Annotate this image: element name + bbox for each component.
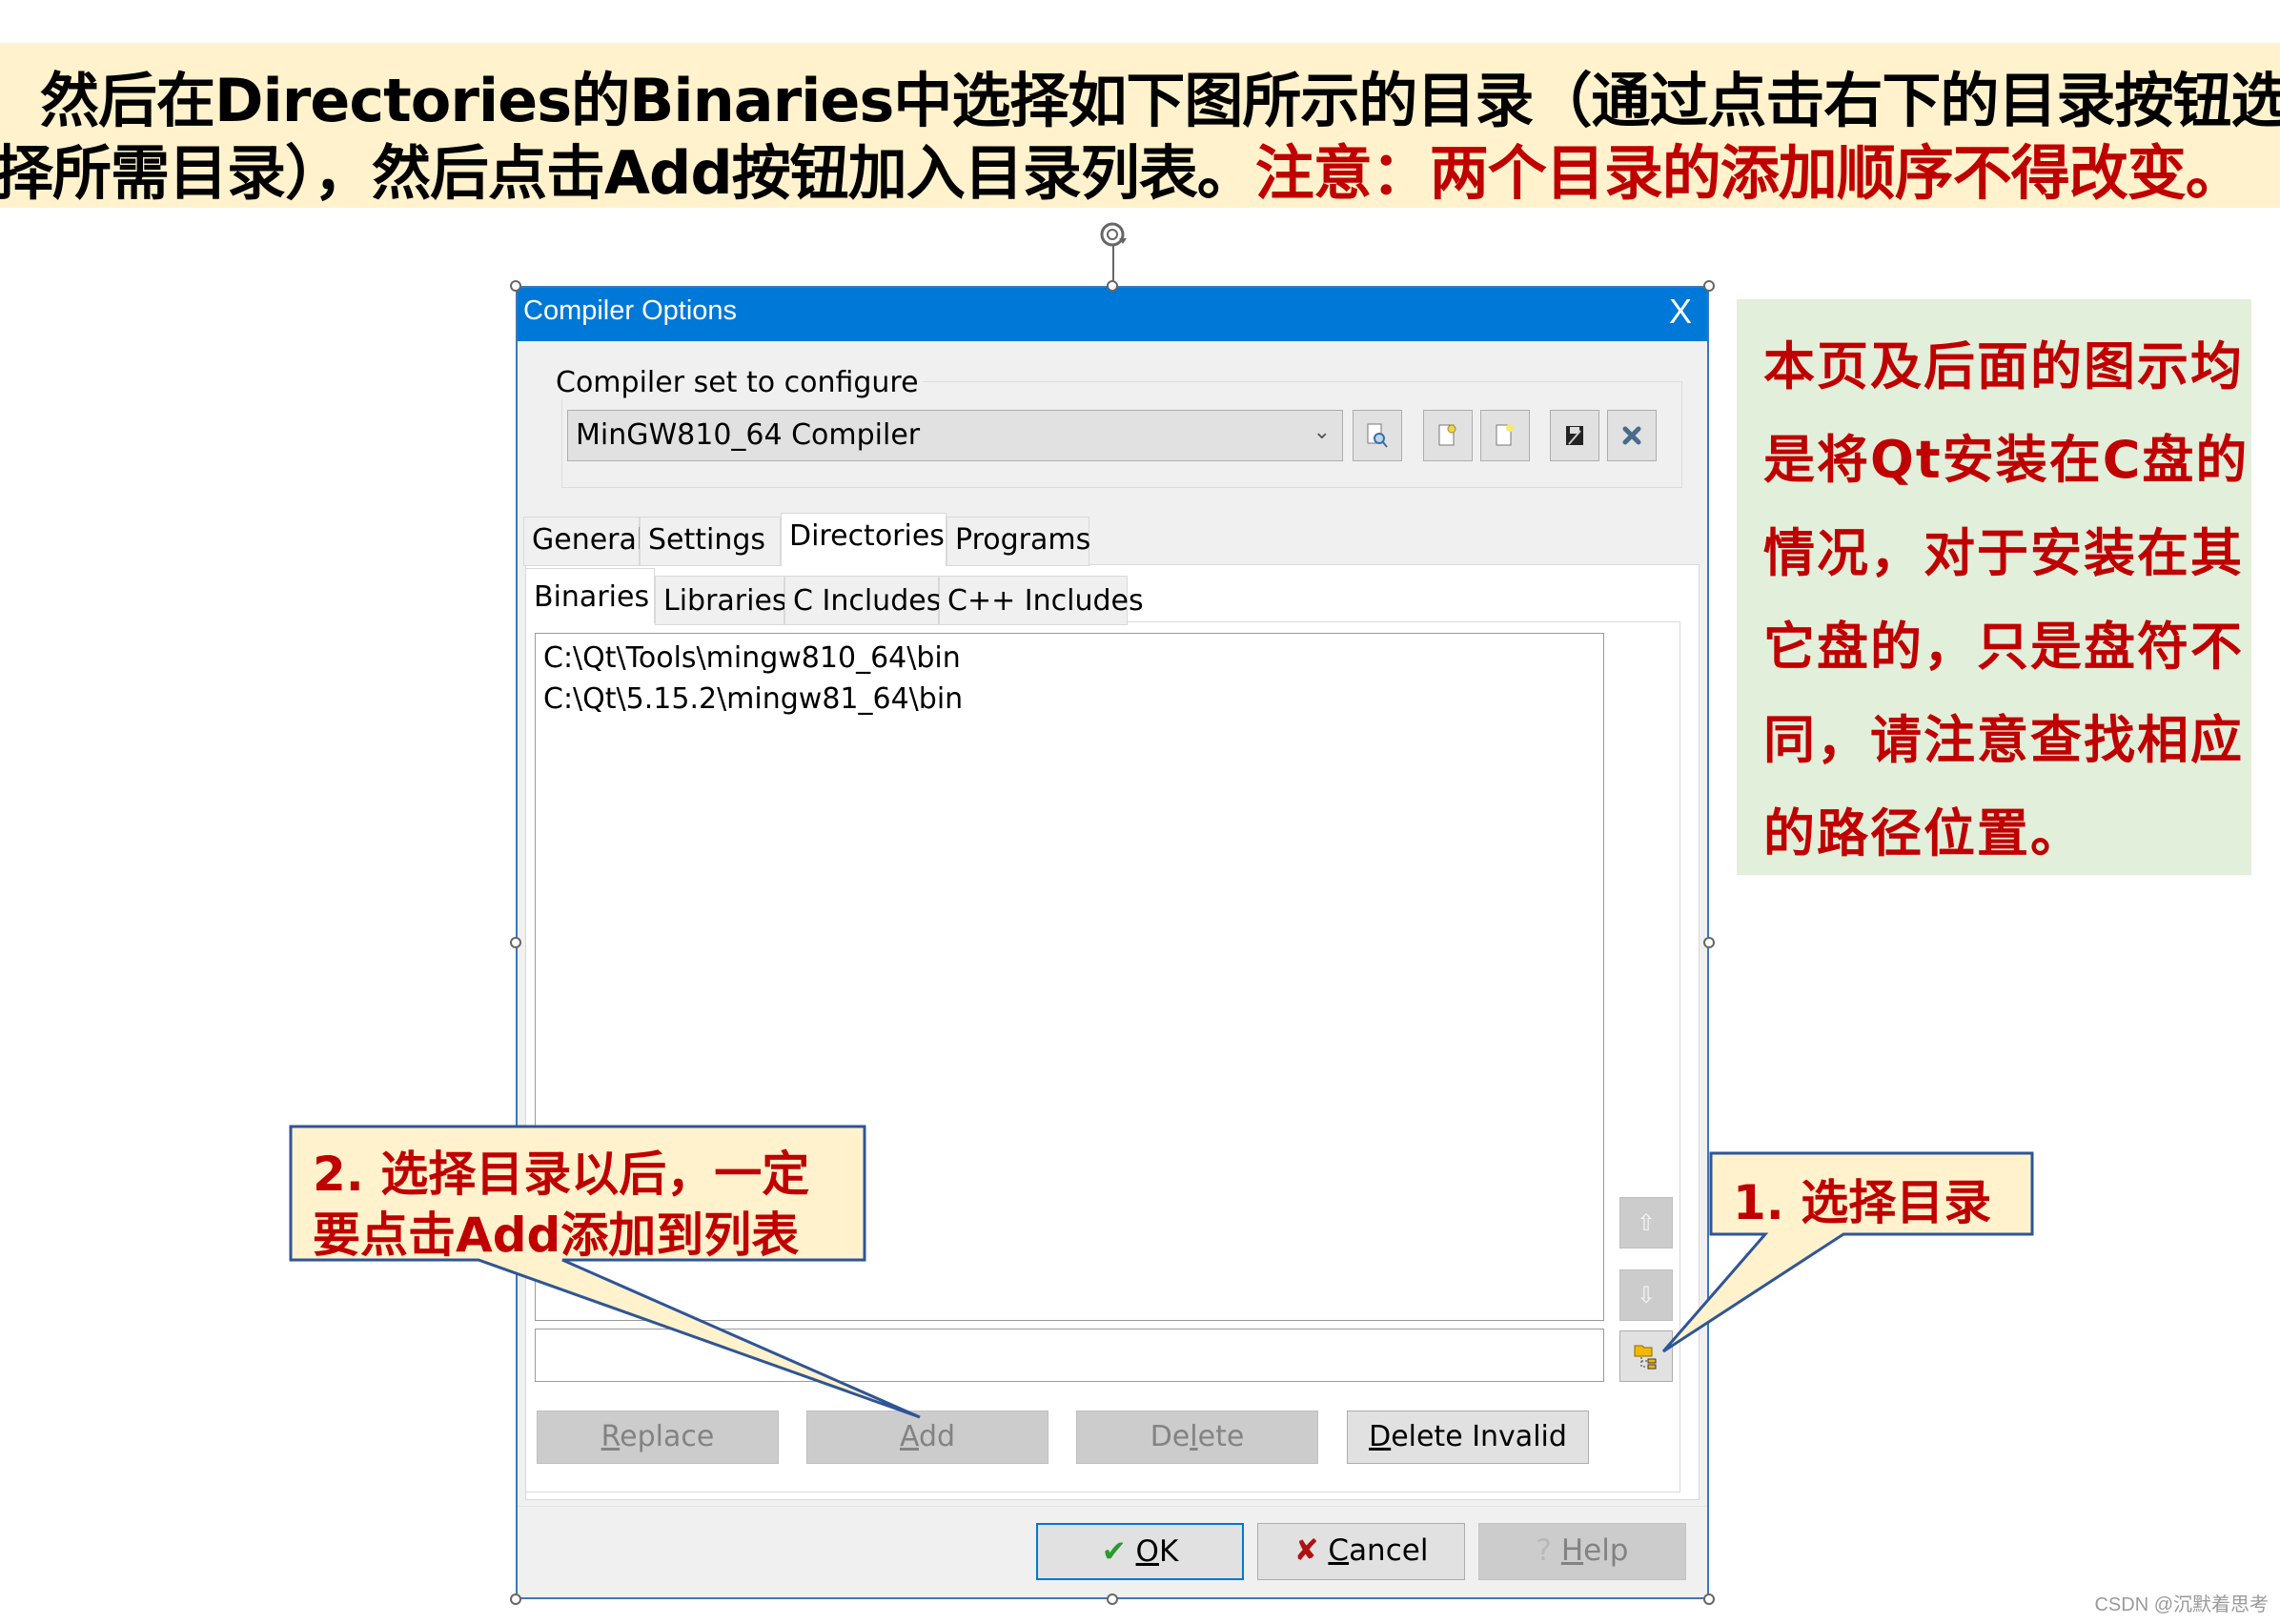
- tab-directories[interactable]: Directories: [781, 513, 947, 566]
- browse-directory-button[interactable]: [1619, 1330, 1673, 1382]
- watermark: CSDN @沉默着思考: [2094, 1594, 2269, 1615]
- list-item[interactable]: C:\Qt\Tools\mingw810_64\bin: [543, 641, 961, 675]
- resize-handle-bottom[interactable]: [1107, 1594, 1118, 1605]
- move-down-button[interactable]: ⇩: [1619, 1269, 1673, 1321]
- cancel-button[interactable]: ✘ Cancel: [1257, 1523, 1465, 1580]
- delete-compiler-icon: [1622, 426, 1641, 445]
- tab-programs[interactable]: Programs: [947, 517, 1090, 566]
- x-icon: ✘: [1293, 1533, 1319, 1568]
- callout-step2-line2: 要点击Add添加到列表: [313, 1208, 800, 1263]
- note-line: 的路径位置。: [1763, 803, 2084, 863]
- delete-button[interactable]: Delete: [1076, 1411, 1318, 1464]
- note-line: 它盘的，只是盘符不: [1763, 617, 2244, 677]
- note-line: 情况，对于安装在其: [1763, 523, 2244, 583]
- subtab-c-includes[interactable]: C Includes: [784, 576, 941, 625]
- compiler-options-dialog: Compiler Options X Compiler set to confi…: [516, 286, 1709, 1599]
- callout-step1-text: 1. 选择目录: [1733, 1175, 1992, 1230]
- add-compiler-button[interactable]: [1423, 410, 1473, 461]
- resize-handle-right[interactable]: [1703, 937, 1715, 948]
- dialog-title: Compiler Options: [523, 295, 738, 326]
- dialog-titlebar[interactable]: Compiler Options X: [516, 286, 1709, 341]
- save-icon: [1566, 426, 1583, 445]
- instruction-banner: 然后在Directories的Binaries中选择如下图所示的目录（通过点击右…: [0, 43, 2280, 208]
- note-line: 同，请注意查找相应: [1763, 710, 2244, 770]
- tab-general[interactable]: General: [523, 517, 644, 566]
- delete-compiler-button[interactable]: [1607, 410, 1657, 461]
- chevron-down-icon: ⌄: [1313, 420, 1331, 444]
- help-icon: ?: [1536, 1533, 1552, 1568]
- directory-input[interactable]: [535, 1329, 1604, 1382]
- check-icon: ✔: [1101, 1534, 1127, 1569]
- add-compiler-icon: [1438, 424, 1456, 446]
- subtab-cpp-includes[interactable]: C++ Includes: [939, 576, 1144, 625]
- resize-handle-top[interactable]: [1107, 280, 1118, 292]
- find-compiler-button[interactable]: [1353, 410, 1402, 461]
- find-compiler-icon: [1367, 423, 1388, 448]
- resize-handle-top-right[interactable]: [1703, 280, 1715, 292]
- instruction-warning: 注意：两个目录的添加顺序不得改变。: [1254, 138, 2245, 208]
- arrow-down-icon: ⇩: [1636, 1282, 1657, 1309]
- new-compiler-icon: [1496, 424, 1514, 446]
- instruction-line-2: 择所需目录），然后点击Add按钮加入目录列表。注意：两个目录的添加顺序不得改变。: [0, 125, 2245, 211]
- close-button[interactable]: X: [1669, 292, 1692, 332]
- delete-invalid-button[interactable]: Delete Invalid: [1347, 1411, 1589, 1464]
- compiler-set-value: MinGW810_64 Compiler: [576, 418, 921, 452]
- arrow-up-icon: ⇧: [1636, 1209, 1657, 1236]
- note-line: 是将Qt安装在C盘的: [1763, 430, 2249, 490]
- move-up-button[interactable]: ⇧: [1619, 1197, 1673, 1248]
- instruction-line-2-text: 择所需目录），然后点击Add按钮加入目录列表。: [0, 138, 1256, 208]
- footer-divider: [516, 1506, 1709, 1507]
- subtab-binaries[interactable]: Binaries: [525, 568, 655, 623]
- folder-tree-icon: [1634, 1345, 1657, 1370]
- resize-handle-bottom-right[interactable]: [1703, 1594, 1715, 1605]
- save-compiler-button[interactable]: [1550, 410, 1599, 461]
- callout-step2-line1: 2. 选择目录以后，一定: [313, 1147, 810, 1202]
- new-compiler-button[interactable]: [1480, 410, 1530, 461]
- resize-handle-top-left[interactable]: [510, 280, 521, 292]
- list-item[interactable]: C:\Qt\5.15.2\mingw81_64\bin: [543, 682, 963, 716]
- resize-handle-bottom-left[interactable]: [510, 1594, 521, 1605]
- resize-handle-left[interactable]: [510, 937, 521, 948]
- ok-button[interactable]: ✔ OK: [1036, 1523, 1244, 1580]
- add-button[interactable]: Add: [806, 1411, 1048, 1464]
- subtab-libraries[interactable]: Libraries: [655, 576, 787, 625]
- note-line: 本页及后面的图示均: [1763, 336, 2244, 396]
- help-button[interactable]: ? Help: [1478, 1523, 1686, 1580]
- replace-button[interactable]: Replace: [537, 1411, 779, 1464]
- note-box: 本页及后面的图示均 是将Qt安装在C盘的 情况，对于安装在其 它盘的，只是盘符不…: [1737, 299, 2251, 875]
- compiler-set-label: Compiler set to configure: [552, 366, 923, 399]
- compiler-set-dropdown[interactable]: MinGW810_64 Compiler ⌄: [567, 410, 1343, 461]
- rotate-handle-icon[interactable]: [1098, 219, 1130, 252]
- tab-settings[interactable]: Settings: [640, 517, 781, 566]
